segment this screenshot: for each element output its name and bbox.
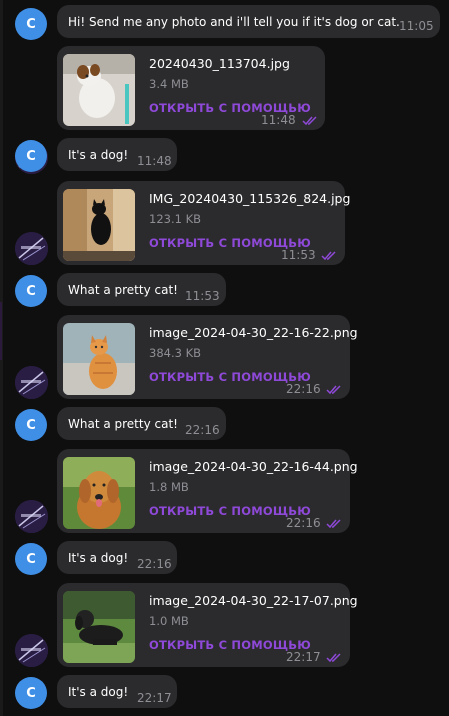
message-time: 22:16 xyxy=(286,382,321,396)
file-size: 123.1 KB xyxy=(149,212,202,226)
photo-thumbnail[interactable] xyxy=(63,323,135,395)
message-text: What a pretty cat! xyxy=(68,417,178,431)
message-row: image_2024-04-30_22-16-22.png 384.3 KB О… xyxy=(0,312,449,402)
bot-avatar[interactable]: C xyxy=(15,140,47,172)
photo-thumbnail[interactable] xyxy=(63,457,135,529)
file-name: 20240430_113704.jpg xyxy=(149,56,290,71)
file-message-bubble[interactable]: IMG_20240430_115326_824.jpg 123.1 KB ОТК… xyxy=(57,181,350,265)
message-time: 11:53 xyxy=(281,248,316,262)
message-text: What a pretty cat! xyxy=(68,283,178,297)
message-bubble[interactable]: It's a dog! 22:16 xyxy=(57,541,177,574)
message-row: C It's a dog! 22:17 xyxy=(0,674,449,714)
message-row: C It's a dog! 11:48 xyxy=(0,138,449,176)
message-text: It's a dog! xyxy=(68,148,129,162)
message-text: Hi! Send me any photo and i'll tell you … xyxy=(68,15,400,29)
user-avatar[interactable] xyxy=(15,366,48,399)
user-avatar[interactable] xyxy=(15,232,48,265)
file-name: image_2024-04-30_22-17-07.png xyxy=(149,593,358,608)
message-time: 11:05 xyxy=(399,19,434,33)
message-row: C It's a dog! 22:16 xyxy=(0,540,449,578)
bot-avatar[interactable]: C xyxy=(15,543,47,575)
file-size: 1.0 MB xyxy=(149,614,189,628)
message-time: 22:16 xyxy=(137,557,172,571)
message-time: 11:48 xyxy=(137,154,172,168)
message-bubble[interactable]: What a pretty cat! 22:16 xyxy=(57,407,226,440)
double-check-icon xyxy=(326,385,341,395)
photo-thumbnail[interactable] xyxy=(63,189,135,261)
message-time: 22:16 xyxy=(185,423,220,437)
bot-avatar[interactable]: C xyxy=(15,275,47,307)
file-size: 3.4 MB xyxy=(149,77,189,91)
message-time: 22:17 xyxy=(286,650,321,664)
file-name: IMG_20240430_115326_824.jpg xyxy=(149,191,351,206)
message-row: IMG_20240430_115326_824.jpg 123.1 KB ОТК… xyxy=(0,178,449,268)
file-size: 1.8 MB xyxy=(149,480,189,494)
double-check-icon xyxy=(326,519,341,529)
message-text: It's a dog! xyxy=(68,551,129,565)
message-row: C Hi! Send me any photo and i'll tell yo… xyxy=(0,0,449,44)
message-bubble[interactable]: It's a dog! 11:48 xyxy=(57,138,177,171)
message-bubble[interactable]: What a pretty cat! 11:53 xyxy=(57,273,226,306)
file-message-bubble[interactable]: image_2024-04-30_22-17-07.png 1.0 MB ОТК… xyxy=(57,583,358,667)
user-avatar[interactable] xyxy=(15,634,48,667)
bot-avatar[interactable]: C xyxy=(15,409,47,441)
file-name: image_2024-04-30_22-16-44.png xyxy=(149,459,358,474)
message-row: 20240430_113704.jpg 3.4 MB ОТКРЫТЬ С ПОМ… xyxy=(0,44,449,174)
message-bubble[interactable]: It's a dog! 22:17 xyxy=(57,675,177,708)
message-bubble[interactable]: Hi! Send me any photo and i'll tell you … xyxy=(57,5,440,38)
message-row: C What a pretty cat! 22:16 xyxy=(0,406,449,444)
message-row: image_2024-04-30_22-17-07.png 1.0 MB ОТК… xyxy=(0,580,449,670)
message-row: image_2024-04-30_22-16-44.png 1.8 MB ОТК… xyxy=(0,446,449,536)
user-avatar[interactable] xyxy=(15,500,48,533)
double-check-icon xyxy=(326,653,341,663)
bot-avatar[interactable]: C xyxy=(15,8,47,40)
file-message-bubble[interactable]: 20240430_113704.jpg 3.4 MB ОТКРЫТЬ С ПОМ… xyxy=(57,46,325,130)
message-time: 11:48 xyxy=(261,113,296,127)
double-check-icon xyxy=(302,116,317,126)
file-size: 384.3 KB xyxy=(149,346,202,360)
message-time: 22:17 xyxy=(137,691,172,705)
double-check-icon xyxy=(321,251,336,261)
bot-avatar[interactable]: C xyxy=(15,677,47,709)
message-time: 22:16 xyxy=(286,516,321,530)
file-message-bubble[interactable]: image_2024-04-30_22-16-22.png 384.3 KB О… xyxy=(57,315,358,399)
photo-thumbnail[interactable] xyxy=(63,591,135,663)
file-message-bubble[interactable]: image_2024-04-30_22-16-44.png 1.8 MB ОТК… xyxy=(57,449,358,533)
message-row: C What a pretty cat! 11:53 xyxy=(0,272,449,310)
message-text: It's a dog! xyxy=(68,685,129,699)
message-time: 11:53 xyxy=(185,289,220,303)
photo-thumbnail[interactable] xyxy=(63,54,135,126)
file-name: image_2024-04-30_22-16-22.png xyxy=(149,325,358,340)
